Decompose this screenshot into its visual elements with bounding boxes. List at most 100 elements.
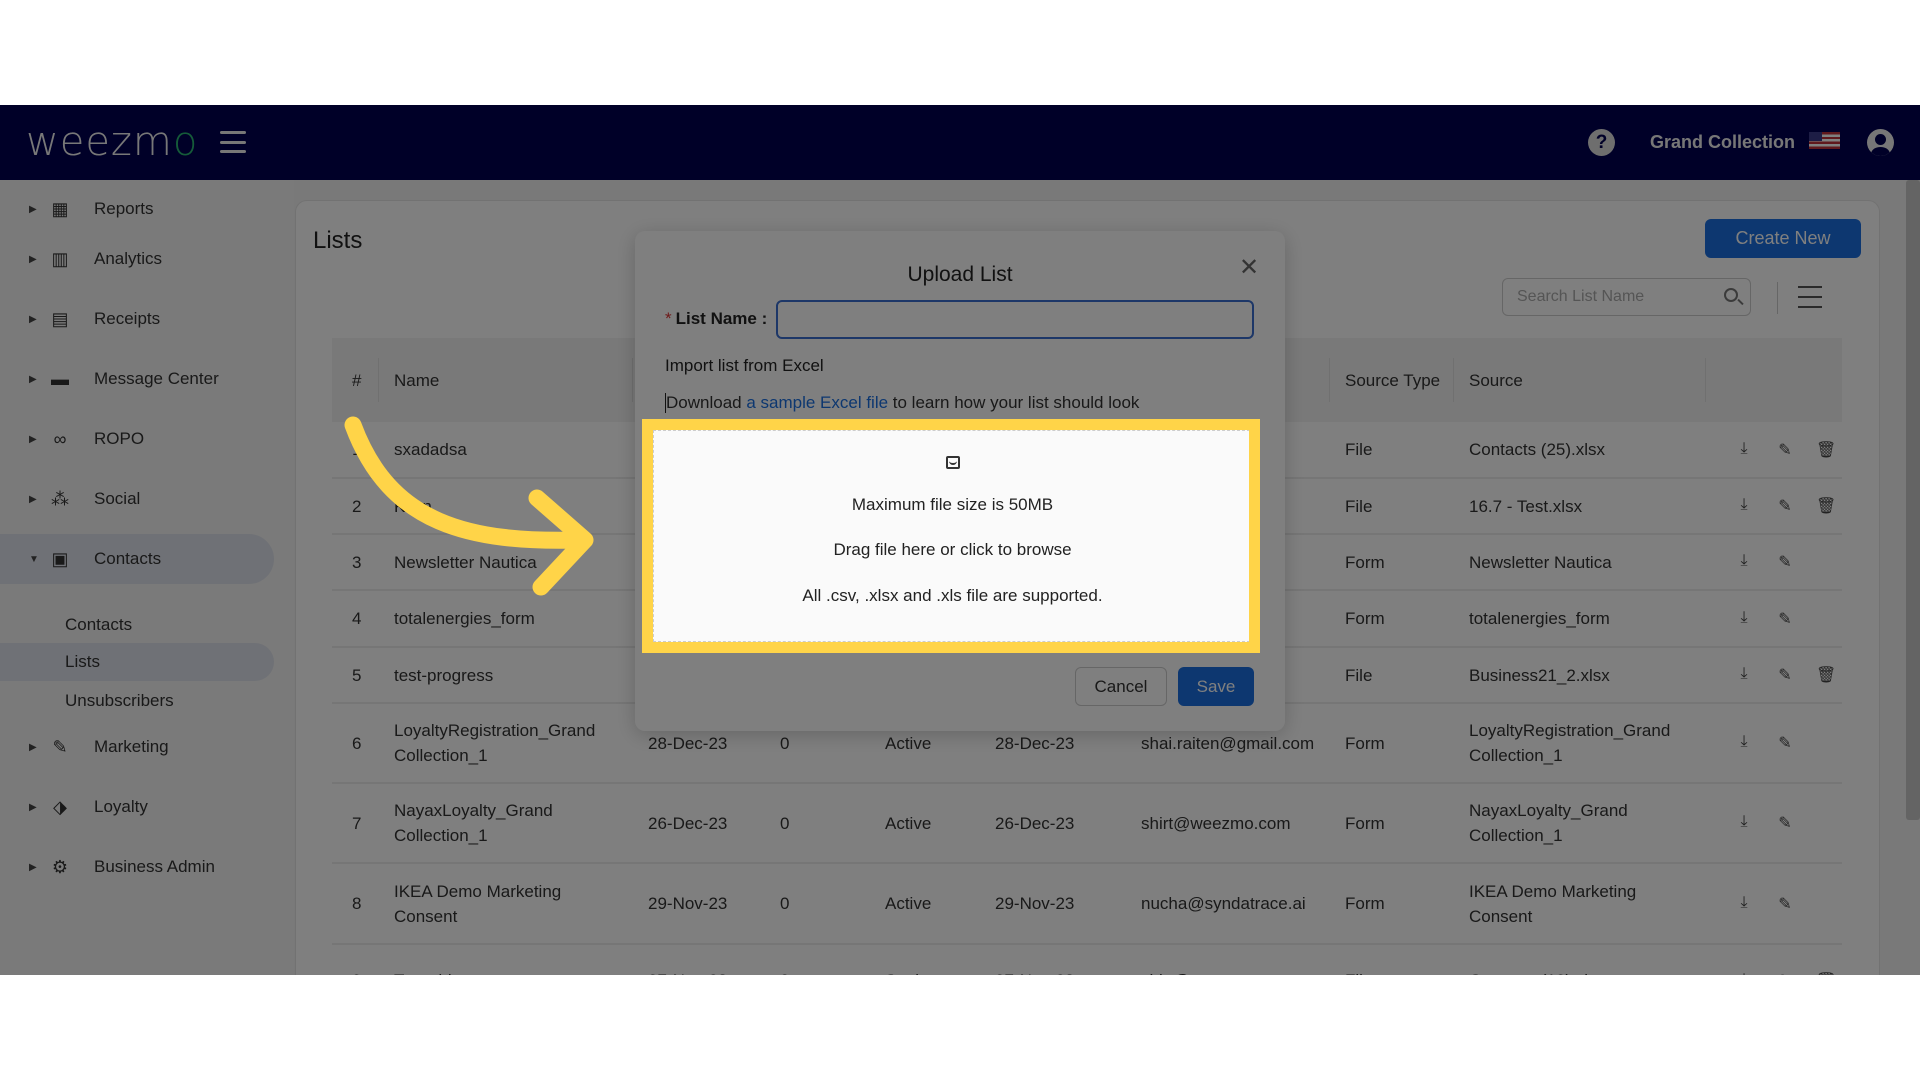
filter-sliders-icon[interactable] [1798,286,1822,308]
question-circle-icon[interactable]: ? [1588,129,1615,156]
people-icon: ⁂ [51,489,69,509]
table-row[interactable]: 9 Test shir 27-Nov-23 0 Static 27-Nov-23 shirt… [332,945,1842,976]
sidebar-item-reports[interactable]: ▶ ▦ Reports [0,184,274,234]
upload-list-modal: Upload List ✕ * List Name : Import list f… [635,231,1285,731]
gear-icon: ⚙ [51,857,69,877]
edit-pencil-icon[interactable]: ✎ [1776,440,1794,460]
cell-source: IKEA Demo Marketing Consent [1469,881,1637,926]
caret-right-icon: ▶ [29,741,37,753]
trash-icon[interactable]: 🗑 [1816,971,1836,976]
megaphone-icon: ✎ [52,737,68,757]
cell-c6: 29-Nov-23 [995,894,1075,913]
cell-n: 9 [352,945,361,975]
caret-right-icon: ▶ [29,493,37,505]
search-placeholder: Search List Name [1517,288,1645,305]
cell-c5: Static [885,945,928,975]
column-separator [378,358,379,402]
sidebar-item-loyalty[interactable]: ▶ ⬗ Loyalty [0,782,274,832]
us-flag-icon[interactable] [1809,132,1840,149]
dashboard-icon: ▦ [51,199,69,219]
page-title: Lists [313,227,363,254]
trash-icon[interactable]: 🗑 [1816,665,1836,685]
create-new-button[interactable]: Create New [1705,219,1861,258]
cell-n: 3 [352,552,362,572]
table-row[interactable]: 8 IKEA Demo Marketing Consent 29-Nov-23 0 Ac… [332,864,1842,945]
save-button[interactable]: Save [1178,667,1254,706]
trash-icon[interactable]: 🗑 [1816,496,1836,516]
inbox-icon [946,456,960,469]
cell-c5: Active [885,894,932,913]
edit-pencil-icon[interactable]: ✎ [1776,609,1794,629]
download-icon[interactable]: ⤓ [1735,496,1753,516]
download-icon[interactable]: ⤓ [1735,440,1753,460]
cell-c4: 0 [780,813,790,833]
cell-type: File [1345,945,1372,975]
column-header: # [352,370,362,390]
sidebar-subitem-lists[interactable]: Lists [0,643,274,681]
edit-pencil-icon[interactable]: ✎ [1776,813,1794,833]
file-dropzone[interactable]: Maximum file size is 50MB Drag file here… [653,430,1250,642]
sidebar-item-marketing[interactable]: ▶ ✎ Marketing [0,722,274,772]
download-icon[interactable]: ⤓ [1735,894,1753,914]
caret-right-icon: ▶ [29,313,37,325]
edit-pencil-icon[interactable]: ✎ [1776,496,1794,516]
sidebar-subitem-unsubscribers[interactable]: Unsubscribers [0,682,274,720]
sidebar-item-label: Contacts [94,549,162,568]
sidebar-item-business-admin[interactable]: ▶ ⚙ Business Admin [0,842,274,892]
column-separator [632,358,633,402]
cell-type: Form [1345,552,1385,572]
sidebar-item-receipts[interactable]: ▶ ▤ Receipts [0,294,274,344]
sidebar-subitem-contacts[interactable]: Contacts [0,606,274,644]
cell-n: 5 [352,665,362,685]
edit-pencil-icon[interactable]: ✎ [1776,894,1794,914]
column-header: Name [394,370,440,390]
cell-c3: 27-Nov-23 [648,945,727,975]
trash-icon[interactable]: 🗑 [1816,440,1836,460]
list-name-input[interactable] [776,300,1254,339]
weezmo-logo[interactable]: weezmo [26,119,198,165]
edit-pencil-icon[interactable]: ✎ [1776,552,1794,572]
cell-c4: 0 [780,894,790,913]
edit-pencil-icon[interactable]: ✎ [1776,733,1794,753]
user-circle-icon[interactable] [1867,129,1894,156]
sidebar-item-message-center[interactable]: ▶ ▬ Message Center [0,354,274,404]
download-sample-text: Download a sample Excel file to learn ho… [665,393,1139,413]
sidebar-item-analytics[interactable]: ▶ ▥ Analytics [0,234,274,284]
column-separator [1453,358,1454,402]
organization-name[interactable]: Grand Collection [1650,132,1795,153]
sidebar-item-contacts[interactable]: ▼ ▣ Contacts [0,534,274,584]
scrollbar[interactable] [1906,180,1920,820]
cell-c5: Active [885,813,932,833]
download-icon[interactable]: ⤓ [1735,733,1753,753]
cell-source: 16.7 - Test.xlsx [1469,496,1583,516]
table-row[interactable]: 7 NayaxLoyalty_Grand Collection_1 26-Dec-2… [332,784,1842,864]
sidebar-item-label: Social [94,489,141,508]
download-icon[interactable]: ⤓ [1735,552,1753,572]
close-icon[interactable]: ✕ [1239,253,1259,282]
cell-c3: 29-Nov-23 [648,894,728,913]
download-icon[interactable]: ⤓ [1735,609,1753,629]
sidebar-item-ropo[interactable]: ▶ ∞ ROPO [0,414,274,464]
sample-excel-link[interactable]: a sample Excel file [746,393,888,412]
required-asterisk: * [665,309,672,328]
download-icon[interactable]: ⤓ [1735,813,1753,833]
download-icon[interactable]: ⤓ [1735,971,1753,976]
cancel-button[interactable]: Cancel [1075,667,1167,706]
top-bar: weezmo ? Grand Collection [0,105,1920,180]
cell-type: Form [1345,894,1385,913]
cell-source: Contacts (12).xlsx [1469,945,1669,975]
edit-pencil-icon[interactable]: ✎ [1776,971,1794,976]
supported-types-text: All .csv, .xlsx and .xls file are suppor… [802,586,1103,605]
search-input[interactable]: Search List Name [1502,278,1751,316]
edit-pencil-icon[interactable]: ✎ [1776,665,1794,685]
caret-down-icon: ▼ [29,553,39,565]
download-icon[interactable]: ⤓ [1735,665,1753,685]
sidebar-item-social[interactable]: ▶ ⁂ Social [0,474,274,524]
hamburger-menu-icon[interactable] [220,131,246,153]
caret-right-icon: ▶ [29,801,37,813]
sidebar-item-label: Reports [94,199,154,218]
infinity-icon: ∞ [53,429,67,449]
search-icon[interactable] [1724,288,1738,302]
cell-source: NayaxLoyalty_Grand Collection_1 [1469,801,1628,845]
contact-card-icon: ▣ [51,549,69,569]
